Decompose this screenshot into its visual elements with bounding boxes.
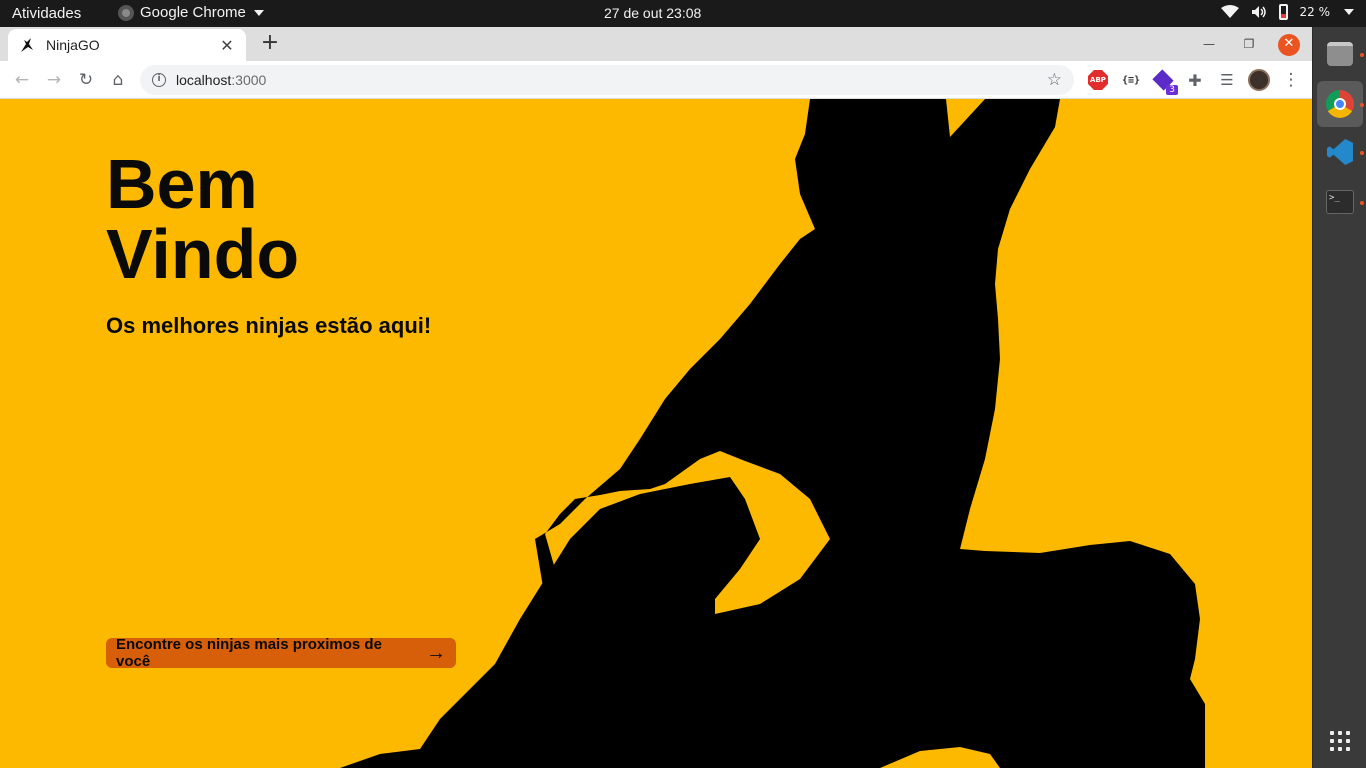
- address-bar[interactable]: i localhost :3000 ☆: [140, 65, 1074, 95]
- app-menu-label: Google Chrome: [140, 4, 246, 21]
- json-viewer-extension-icon[interactable]: {≡}: [1120, 69, 1142, 91]
- page-content: Bem Vindo Os melhores ninjas estão aqui!…: [0, 99, 1312, 768]
- vscode-icon: [1327, 139, 1353, 165]
- system-tray[interactable]: 22 %: [1220, 4, 1354, 20]
- profile-avatar[interactable]: [1248, 69, 1270, 91]
- tab-title: NinjaGO: [46, 37, 100, 53]
- media-control-icon[interactable]: ☰: [1216, 69, 1238, 91]
- chevron-down-icon: [253, 9, 264, 16]
- forward-button[interactable]: →: [42, 68, 66, 92]
- volume-icon: [1251, 6, 1266, 18]
- info-icon[interactable]: i: [152, 73, 166, 87]
- tab-strip: NinjaGO ✕ + — ❐ ✕: [0, 27, 1312, 61]
- browser-window: NinjaGO ✕ + — ❐ ✕ ← → ↻ ⌂ i localhost :3…: [0, 27, 1312, 768]
- home-button[interactable]: ⌂: [106, 68, 130, 92]
- files-icon: [1327, 42, 1353, 66]
- page-subtitle: Os melhores ninjas estão aqui!: [106, 313, 432, 338]
- title-line-2: Vindo: [106, 215, 300, 293]
- wifi-icon: [1220, 5, 1239, 18]
- find-ninjas-button[interactable]: Encontre os ninjas mais proximos de você…: [106, 636, 456, 670]
- show-applications-icon[interactable]: [1330, 731, 1350, 751]
- url-port: :3000: [231, 72, 267, 88]
- running-indicator: [1360, 151, 1364, 155]
- running-indicator: [1360, 103, 1364, 107]
- chrome-icon: [1326, 90, 1354, 118]
- ubuntu-dock: >_: [1312, 27, 1366, 768]
- app-menu[interactable]: Google Chrome: [118, 4, 264, 21]
- find-ninjas-label: Encontre os ninjas mais proximos de você: [116, 636, 382, 670]
- clock[interactable]: 27 de out 23:08: [604, 5, 701, 21]
- chrome-app-icon: [118, 4, 134, 21]
- chrome-menu-icon[interactable]: ⋮: [1280, 69, 1302, 91]
- close-window-button[interactable]: ✕: [1278, 34, 1300, 56]
- title-line-1: Bem: [106, 145, 258, 223]
- page-title: Bem Vindo: [106, 149, 299, 289]
- adblock-extension-icon[interactable]: ABP: [1088, 70, 1108, 90]
- browser-toolbar: ← → ↻ ⌂ i localhost :3000 ☆ ABP {≡} 3 ✚ …: [0, 61, 1312, 99]
- ninja-favicon-icon: [21, 38, 33, 52]
- close-tab-icon[interactable]: ✕: [218, 36, 236, 55]
- back-button[interactable]: ←: [10, 68, 34, 92]
- dock-files[interactable]: [1323, 37, 1357, 71]
- minimize-button[interactable]: —: [1198, 34, 1220, 56]
- arrow-right-icon: →: [426, 642, 446, 664]
- terminal-icon: >_: [1326, 190, 1354, 214]
- gem-extension-icon[interactable]: 3: [1152, 69, 1178, 95]
- tab-ninjago[interactable]: NinjaGO ✕: [8, 29, 246, 61]
- system-top-bar: Atividades Google Chrome 27 de out 23:08…: [0, 0, 1366, 27]
- dock-vscode[interactable]: [1323, 135, 1357, 169]
- activities-button[interactable]: Atividades: [12, 5, 81, 22]
- maximize-button[interactable]: ❐: [1238, 34, 1260, 56]
- chevron-down-icon: [1344, 9, 1354, 15]
- url-host: localhost: [176, 72, 232, 88]
- battery-icon: [1278, 4, 1288, 20]
- extension-badge: 3: [1166, 85, 1178, 95]
- reload-button[interactable]: ↻: [74, 68, 98, 92]
- dock-chrome[interactable]: [1317, 81, 1363, 127]
- running-indicator: [1360, 201, 1364, 205]
- running-indicator: [1360, 53, 1364, 57]
- battery-percent: 22 %: [1299, 5, 1331, 19]
- bookmark-star-icon[interactable]: ☆: [1047, 70, 1062, 90]
- dock-terminal[interactable]: >_: [1323, 185, 1357, 219]
- new-tab-button[interactable]: +: [258, 31, 282, 55]
- extensions-puzzle-icon[interactable]: ✚: [1184, 69, 1206, 91]
